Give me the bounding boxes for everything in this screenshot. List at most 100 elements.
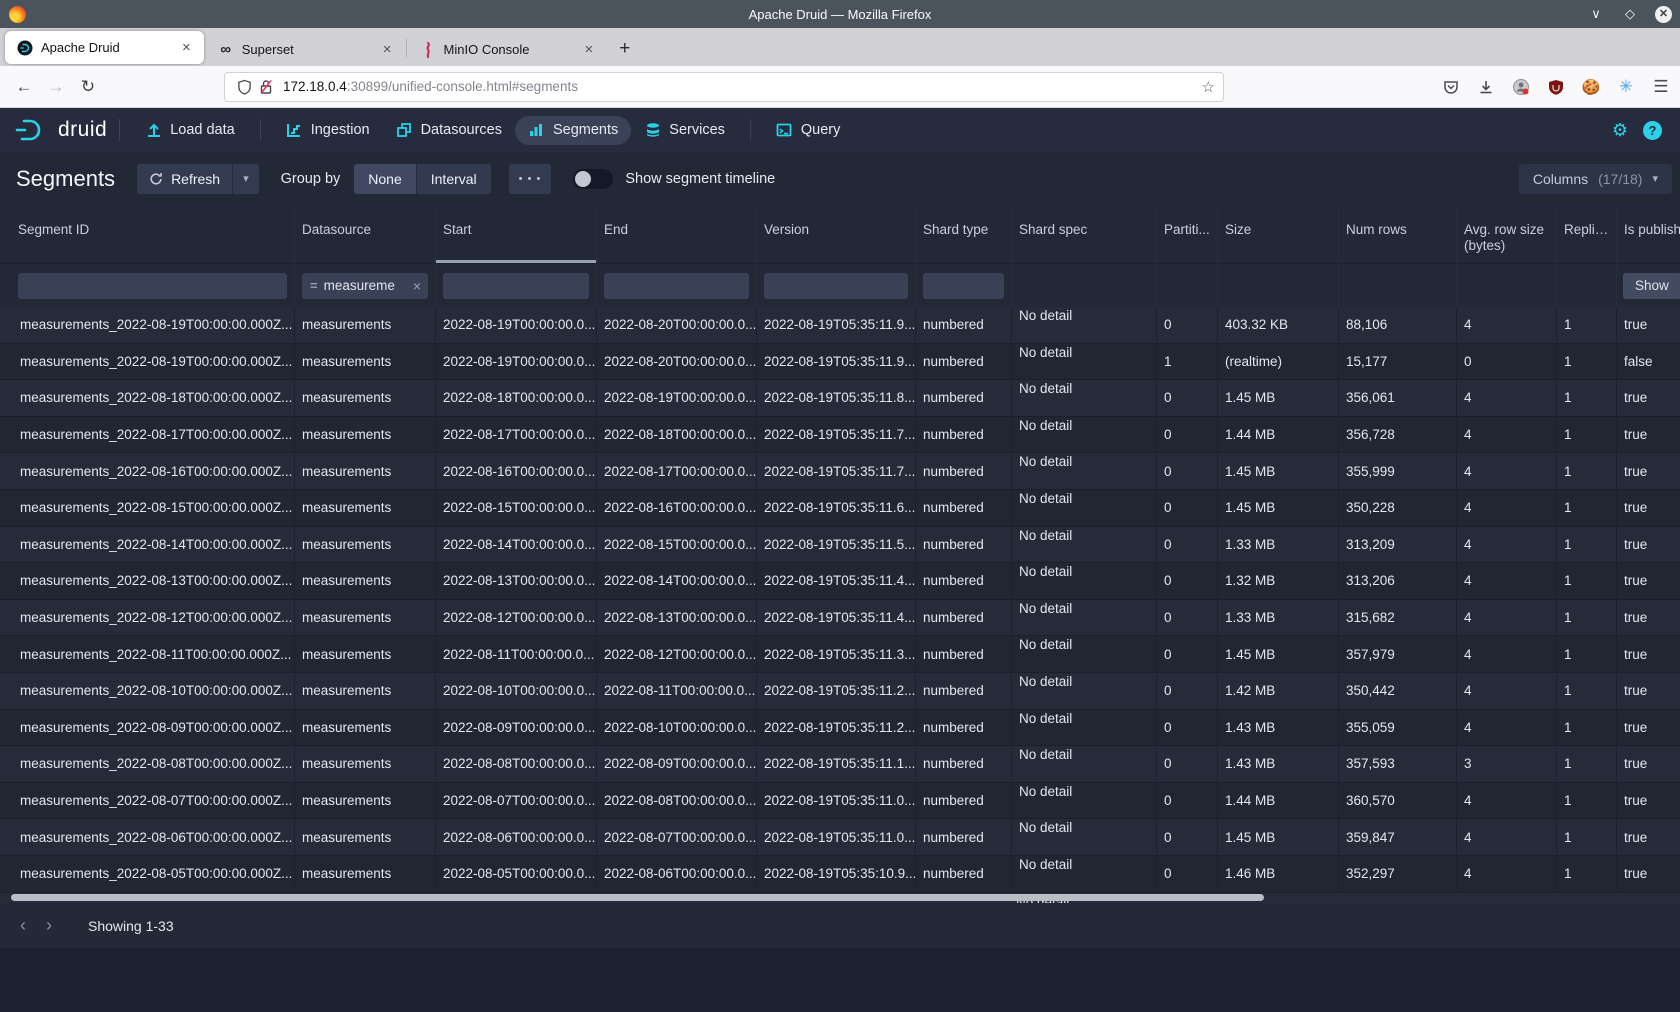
new-tab-button[interactable]: + xyxy=(607,38,642,66)
cell-num_rows[interactable]: 313,209 xyxy=(1339,527,1457,564)
nav-item-services[interactable]: Services xyxy=(631,116,738,145)
cell-shard_type[interactable]: numbered xyxy=(916,417,1012,454)
cell-shard_spec[interactable]: No detail xyxy=(1012,563,1157,600)
cell-replicas[interactable]: 1 xyxy=(1557,710,1617,747)
cell-end[interactable]: 2022-08-17T00:00:00.0... xyxy=(597,453,757,490)
close-tab-icon[interactable]: × xyxy=(380,41,395,58)
cell-shard_spec[interactable]: No detail xyxy=(1012,673,1157,710)
cell-shard_spec[interactable]: No detail xyxy=(1012,600,1157,637)
cell-is_published[interactable]: true xyxy=(1617,600,1680,637)
back-icon[interactable]: ← xyxy=(8,77,40,97)
cell-end[interactable]: 2022-08-12T00:00:00.0... xyxy=(597,636,757,673)
cell-replicas[interactable]: 1 xyxy=(1557,673,1617,710)
cell-avg_row_size[interactable]: 4 xyxy=(1457,710,1557,747)
cell-version[interactable]: 2022-08-19T05:35:11.4... xyxy=(757,563,916,600)
cell-replicas[interactable]: 1 xyxy=(1557,527,1617,564)
cell-end[interactable]: 2022-08-15T00:00:00.0... xyxy=(597,527,757,564)
cell-is_published[interactable]: true xyxy=(1617,856,1680,893)
cell-version[interactable]: 2022-08-19T05:35:11.0... xyxy=(757,819,916,856)
cell-segment_id[interactable]: measurements_2022-08-13T00:00:00.000Z... xyxy=(0,563,295,600)
ublock-icon[interactable] xyxy=(1547,78,1565,96)
show-filter-button[interactable]: Show xyxy=(1623,273,1680,299)
asterisk-extension-icon[interactable]: ✳ xyxy=(1617,78,1635,96)
cell-datasource[interactable]: measurements xyxy=(295,527,436,564)
cell-replicas[interactable]: 1 xyxy=(1557,856,1617,893)
cell-replicas[interactable]: 1 xyxy=(1557,600,1617,637)
cell-version[interactable]: 2022-08-19T05:35:11.2... xyxy=(757,710,916,747)
cell-num_rows[interactable]: 15,177 xyxy=(1339,344,1457,381)
cell-segment_id[interactable]: measurements_2022-08-12T00:00:00.000Z... xyxy=(0,600,295,637)
cell-replicas[interactable]: 1 xyxy=(1557,783,1617,820)
cell-datasource[interactable]: measurements xyxy=(295,490,436,527)
close-tab-icon[interactable]: × xyxy=(179,39,194,56)
cell-shard_spec[interactable]: No detail xyxy=(1012,307,1157,344)
cell-avg_row_size[interactable]: 4 xyxy=(1457,307,1557,344)
cell-start[interactable]: 2022-08-09T00:00:00.0... xyxy=(436,710,597,747)
cell-datasource[interactable]: measurements xyxy=(295,417,436,454)
cell-avg_row_size[interactable]: 4 xyxy=(1457,417,1557,454)
cell-partition[interactable]: 0 xyxy=(1157,673,1218,710)
cell-avg_row_size[interactable]: 4 xyxy=(1457,783,1557,820)
cookie-icon[interactable]: 🍪 xyxy=(1582,78,1600,96)
cell-end[interactable]: 2022-08-06T00:00:00.0... xyxy=(597,856,757,893)
cell-version[interactable]: 2022-08-19T05:35:11.4... xyxy=(757,600,916,637)
column-header-start[interactable]: Start xyxy=(436,205,597,263)
cell-end[interactable]: 2022-08-14T00:00:00.0... xyxy=(597,563,757,600)
cell-datasource[interactable]: measurements xyxy=(295,453,436,490)
cell-datasource[interactable]: measurements xyxy=(295,783,436,820)
reload-icon[interactable]: ↻ xyxy=(72,77,104,97)
cell-num_rows[interactable]: 360,570 xyxy=(1339,783,1457,820)
extension-account-icon[interactable] xyxy=(1512,78,1530,96)
cell-size[interactable]: 1.33 MB xyxy=(1218,527,1339,564)
cell-shard_spec[interactable]: No detail xyxy=(1012,856,1157,893)
cell-shard_spec[interactable]: No detail xyxy=(1012,746,1157,783)
cell-partition[interactable]: 0 xyxy=(1157,380,1218,417)
cell-partition[interactable]: 0 xyxy=(1157,563,1218,600)
cell-version[interactable]: 2022-08-19T05:35:11.6... xyxy=(757,490,916,527)
cell-is_published[interactable]: true xyxy=(1617,710,1680,747)
maximize-icon[interactable]: ◇ xyxy=(1621,6,1639,22)
column-header-shard_type[interactable]: Shard type xyxy=(916,205,1012,263)
cell-start[interactable]: 2022-08-17T00:00:00.0... xyxy=(436,417,597,454)
columns-button[interactable]: Columns (17/18) ▾ xyxy=(1519,164,1672,194)
remove-filter-icon[interactable]: × xyxy=(413,278,421,294)
downloads-icon[interactable] xyxy=(1477,78,1495,96)
cell-version[interactable]: 2022-08-19T05:35:11.7... xyxy=(757,453,916,490)
column-header-is_published[interactable]: Is published xyxy=(1617,205,1680,263)
cell-partition[interactable]: 0 xyxy=(1157,490,1218,527)
group-by-none-button[interactable]: None xyxy=(354,164,415,194)
cell-avg_row_size[interactable]: 4 xyxy=(1457,490,1557,527)
cell-num_rows[interactable]: 352,297 xyxy=(1339,856,1457,893)
cell-avg_row_size[interactable]: 4 xyxy=(1457,380,1557,417)
cell-is_published[interactable]: true xyxy=(1617,490,1680,527)
cell-end[interactable]: 2022-08-20T00:00:00.0... xyxy=(597,344,757,381)
cell-size[interactable]: 1.32 MB xyxy=(1218,563,1339,600)
cell-replicas[interactable]: 1 xyxy=(1557,417,1617,454)
cell-shard_spec[interactable]: No detail xyxy=(1012,453,1157,490)
prev-page-icon[interactable]: ‹ xyxy=(10,915,36,936)
cell-num_rows[interactable]: 350,442 xyxy=(1339,673,1457,710)
close-tab-icon[interactable]: × xyxy=(582,41,597,58)
column-header-avg_row_size[interactable]: Avg. row size (bytes) xyxy=(1457,205,1557,263)
cell-datasource[interactable]: measurements xyxy=(295,746,436,783)
cell-num_rows[interactable]: 355,059 xyxy=(1339,710,1457,747)
cell-end[interactable]: 2022-08-09T00:00:00.0... xyxy=(597,746,757,783)
filter-input-segment_id[interactable] xyxy=(18,273,287,299)
cell-shard_type[interactable]: numbered xyxy=(916,344,1012,381)
cell-version[interactable]: 2022-08-19T05:35:11.1... xyxy=(757,746,916,783)
cell-size[interactable]: 1.45 MB xyxy=(1218,636,1339,673)
cell-num_rows[interactable]: 357,979 xyxy=(1339,636,1457,673)
cell-end[interactable]: 2022-08-08T00:00:00.0... xyxy=(597,783,757,820)
cell-datasource[interactable]: measurements xyxy=(295,636,436,673)
refresh-button[interactable]: Refresh xyxy=(137,164,232,194)
cell-datasource[interactable]: measurements xyxy=(295,856,436,893)
cell-replicas[interactable]: 1 xyxy=(1557,453,1617,490)
cell-size[interactable]: 1.45 MB xyxy=(1218,819,1339,856)
cell-segment_id[interactable]: measurements_2022-08-18T00:00:00.000Z... xyxy=(0,380,295,417)
cell-is_published[interactable]: true xyxy=(1617,783,1680,820)
cell-segment_id[interactable]: measurements_2022-08-19T00:00:00.000Z... xyxy=(0,307,295,344)
cell-start[interactable]: 2022-08-08T00:00:00.0... xyxy=(436,746,597,783)
cell-partition[interactable]: 0 xyxy=(1157,417,1218,454)
cell-shard_type[interactable]: numbered xyxy=(916,563,1012,600)
nav-item-datasources[interactable]: Datasources xyxy=(383,116,515,145)
